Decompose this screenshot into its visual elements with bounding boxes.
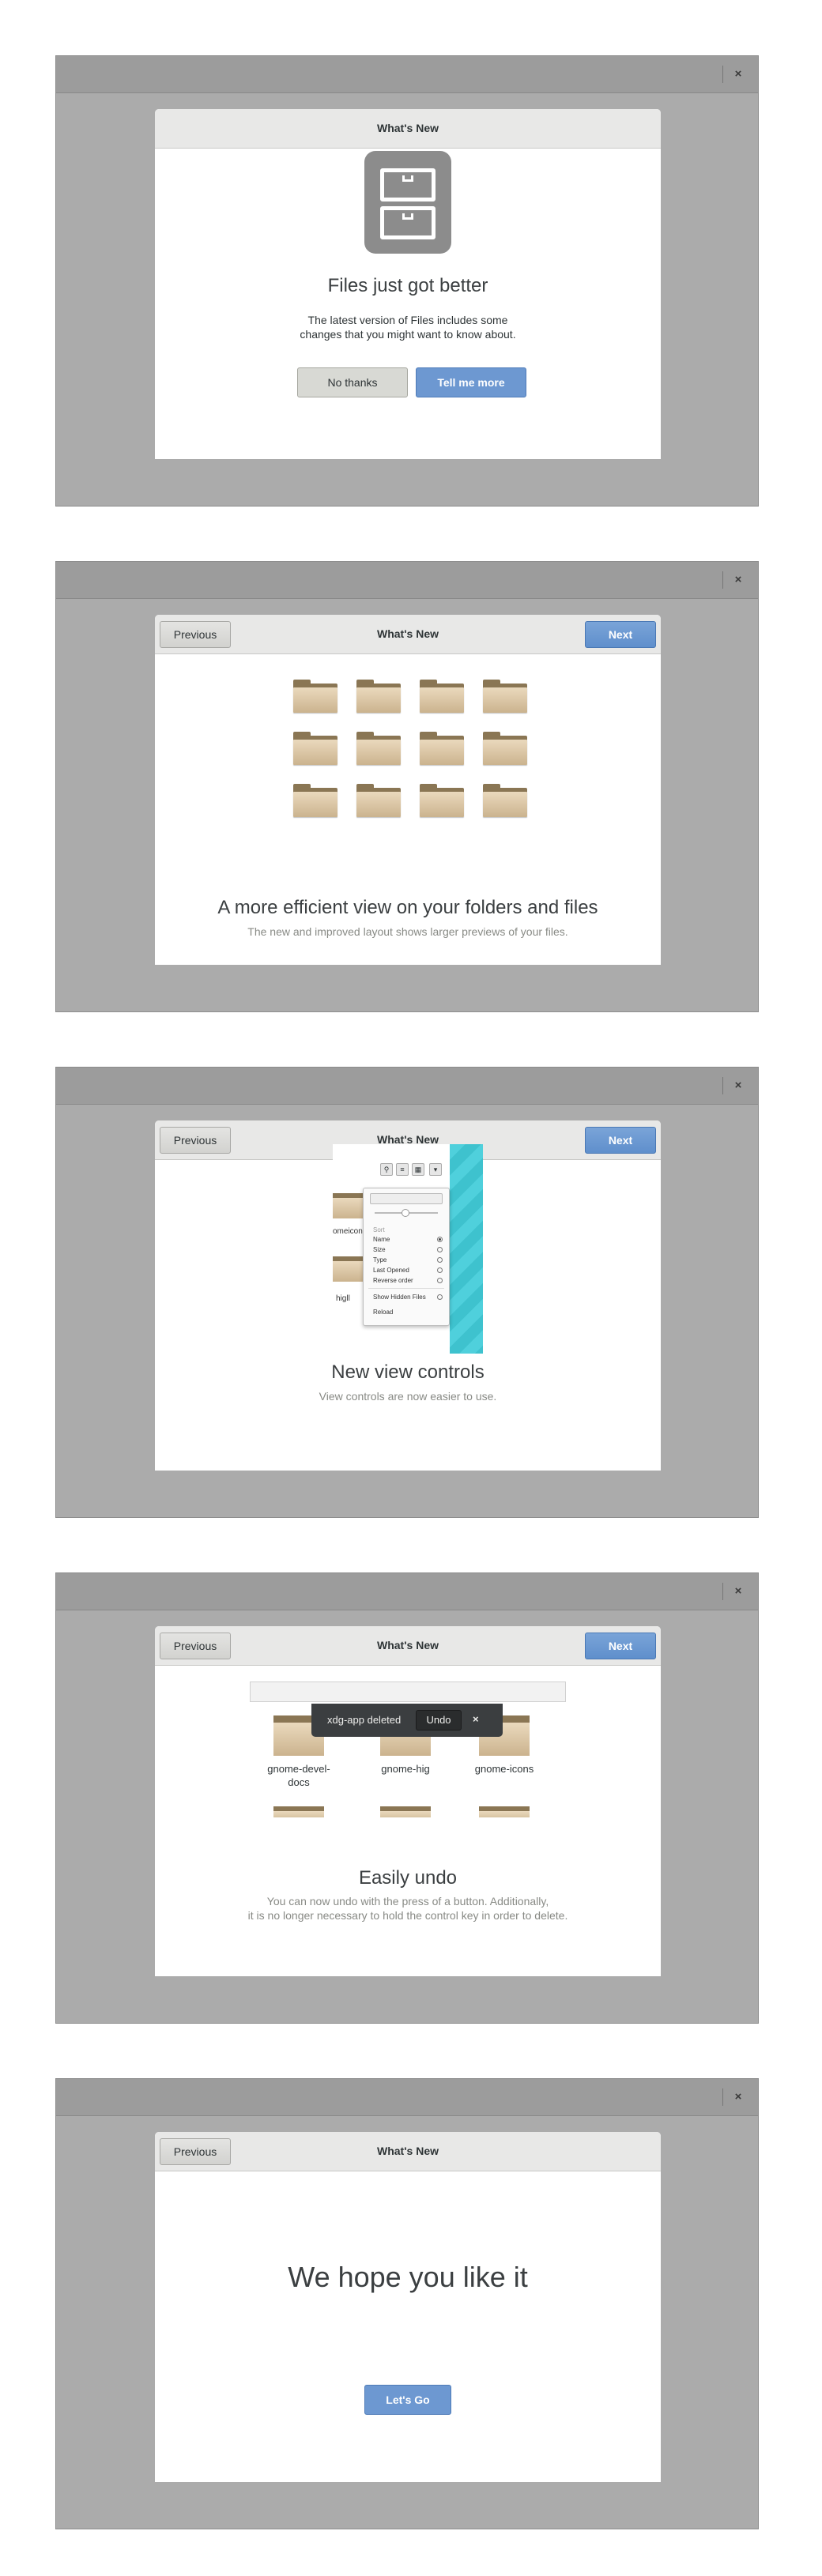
no-thanks-button[interactable]: No thanks xyxy=(297,367,408,397)
folder-label: gnome-icons xyxy=(474,1763,534,1775)
folder-icon xyxy=(293,680,337,713)
dialog-title: What's New xyxy=(376,122,439,134)
whats-new-dialog: Previous What's New Next omeicons higll … xyxy=(155,1120,661,1471)
checkbox-icon xyxy=(437,1278,443,1283)
folder-icon xyxy=(293,784,337,817)
radio-icon xyxy=(437,1257,443,1263)
folder-icon xyxy=(483,784,527,817)
lets-go-button[interactable]: Let's Go xyxy=(364,2385,451,2415)
window-2: × Previous What's New Next A more effici… xyxy=(55,561,759,1012)
undo-button[interactable]: Undo xyxy=(416,1710,462,1731)
folder-icon xyxy=(273,1806,324,1817)
close-icon[interactable]: × xyxy=(730,2088,747,2106)
view-subtext: The new and improved layout shows larger… xyxy=(247,925,568,938)
next-button[interactable]: Next xyxy=(585,1633,656,1659)
view-controls-heading: New view controls xyxy=(331,1361,485,1383)
whats-new-dialog: What's New Files just got better The lat… xyxy=(155,109,661,459)
file-cabinet-icon xyxy=(364,151,451,254)
folder-label: higll xyxy=(336,1294,350,1303)
zoom-slider-handle xyxy=(402,1209,409,1217)
folder-icon xyxy=(333,1255,363,1282)
window-1: × What's New Files just got better The l… xyxy=(55,55,759,507)
view-popover: Sort Name Size Type Last Opened Reverse … xyxy=(363,1188,450,1326)
window-3: × Previous What's New Next omeicons higl… xyxy=(55,1067,759,1518)
window-5: × Previous What's New We hope you like i… xyxy=(55,2078,759,2529)
close-icon[interactable]: × xyxy=(730,571,747,589)
tell-me-more-button[interactable]: Tell me more xyxy=(416,367,526,397)
folder-icon xyxy=(356,784,401,817)
sort-size-item: Size xyxy=(373,1246,386,1253)
radio-icon xyxy=(437,1247,443,1252)
dialog-header: Previous What's New xyxy=(155,2132,661,2171)
close-icon[interactable]: × xyxy=(730,1077,747,1094)
chevron-down-icon: ▾ xyxy=(429,1163,442,1176)
titlebar-separator xyxy=(722,1077,723,1094)
sort-last-opened-item: Last Opened xyxy=(373,1267,409,1274)
folder-label: omeicons xyxy=(333,1227,367,1236)
undo-heading: Easily undo xyxy=(358,1867,458,1889)
intro-heading: Files just got better xyxy=(327,275,488,296)
next-button[interactable]: Next xyxy=(585,621,656,648)
view-grid-icon: ▦ xyxy=(412,1163,424,1176)
whats-new-dialog: Previous What's New We hope you like it … xyxy=(155,2132,661,2482)
undo-subtext: You can now undo with the press of a but… xyxy=(247,1895,568,1922)
folder-icon xyxy=(420,732,464,765)
path-bar xyxy=(250,1682,566,1702)
final-heading: We hope you like it xyxy=(288,2261,528,2293)
intro-description: The latest version of Files includes som… xyxy=(300,314,516,341)
view-heading: A more efficient view on your folders an… xyxy=(217,897,598,918)
titlebar-separator xyxy=(722,1583,723,1600)
close-icon[interactable]: × xyxy=(473,1713,479,1725)
titlebar-separator xyxy=(722,2088,723,2106)
show-hidden-files-item: Show Hidden Files xyxy=(373,1294,426,1301)
view-mode-toggle xyxy=(370,1193,443,1204)
titlebar[interactable]: × xyxy=(56,2079,758,2116)
folder-icon xyxy=(479,1806,530,1817)
search-icon: ⚲ xyxy=(380,1163,393,1176)
folder-icon xyxy=(420,784,464,817)
folder-icon xyxy=(293,732,337,765)
next-button[interactable]: Next xyxy=(585,1127,656,1154)
whats-new-dialog: Previous What's New Next A more efficien… xyxy=(155,615,661,965)
titlebar[interactable]: × xyxy=(56,1573,758,1610)
folder-icon xyxy=(356,680,401,713)
checkbox-icon xyxy=(437,1294,443,1300)
close-icon[interactable]: × xyxy=(730,66,747,83)
titlebar-separator xyxy=(722,66,723,83)
titlebar[interactable]: × xyxy=(56,1068,758,1105)
window-4: × Previous What's New Next xdg-app delet… xyxy=(55,1572,759,2024)
sort-type-item: Type xyxy=(373,1256,387,1264)
folder-label: gnome-devel- docs xyxy=(267,1763,330,1788)
view-controls-subtext: View controls are now easier to use. xyxy=(319,1390,497,1403)
titlebar-separator xyxy=(722,571,723,589)
view-controls-illustration: omeicons higll ⚲ ≡ ▦ ▾ Sort Name Size Ty… xyxy=(333,1144,483,1354)
folder-icon xyxy=(420,680,464,713)
dialog-title: What's New xyxy=(376,2145,439,2157)
folder-icon xyxy=(380,1806,431,1817)
undo-notification: xdg-app deleted Undo × xyxy=(311,1704,503,1737)
sort-name-item: Name xyxy=(373,1236,390,1243)
dialog-header: Previous What's New Next xyxy=(155,615,661,654)
sort-section-label: Sort xyxy=(373,1226,385,1233)
titlebar[interactable]: × xyxy=(56,562,758,599)
radio-icon xyxy=(437,1237,443,1242)
reverse-order-item: Reverse order xyxy=(373,1277,413,1284)
dialog-header: Previous What's New Next xyxy=(155,1626,661,1666)
folder-icon xyxy=(483,732,527,765)
dialog-header: What's New xyxy=(155,109,661,149)
view-menu-icon: ≡ xyxy=(396,1163,409,1176)
folder-icon xyxy=(356,732,401,765)
titlebar[interactable]: × xyxy=(56,56,758,93)
whats-new-dialog: Previous What's New Next xdg-app deleted… xyxy=(155,1626,661,1976)
wallpaper-pattern xyxy=(450,1144,483,1354)
folder-icon xyxy=(333,1192,363,1218)
close-icon[interactable]: × xyxy=(730,1583,747,1600)
notification-text: xdg-app deleted xyxy=(327,1714,402,1726)
reload-item: Reload xyxy=(373,1309,394,1316)
folder-label: gnome-hig xyxy=(381,1763,430,1775)
radio-icon xyxy=(437,1267,443,1273)
folder-icon xyxy=(483,680,527,713)
